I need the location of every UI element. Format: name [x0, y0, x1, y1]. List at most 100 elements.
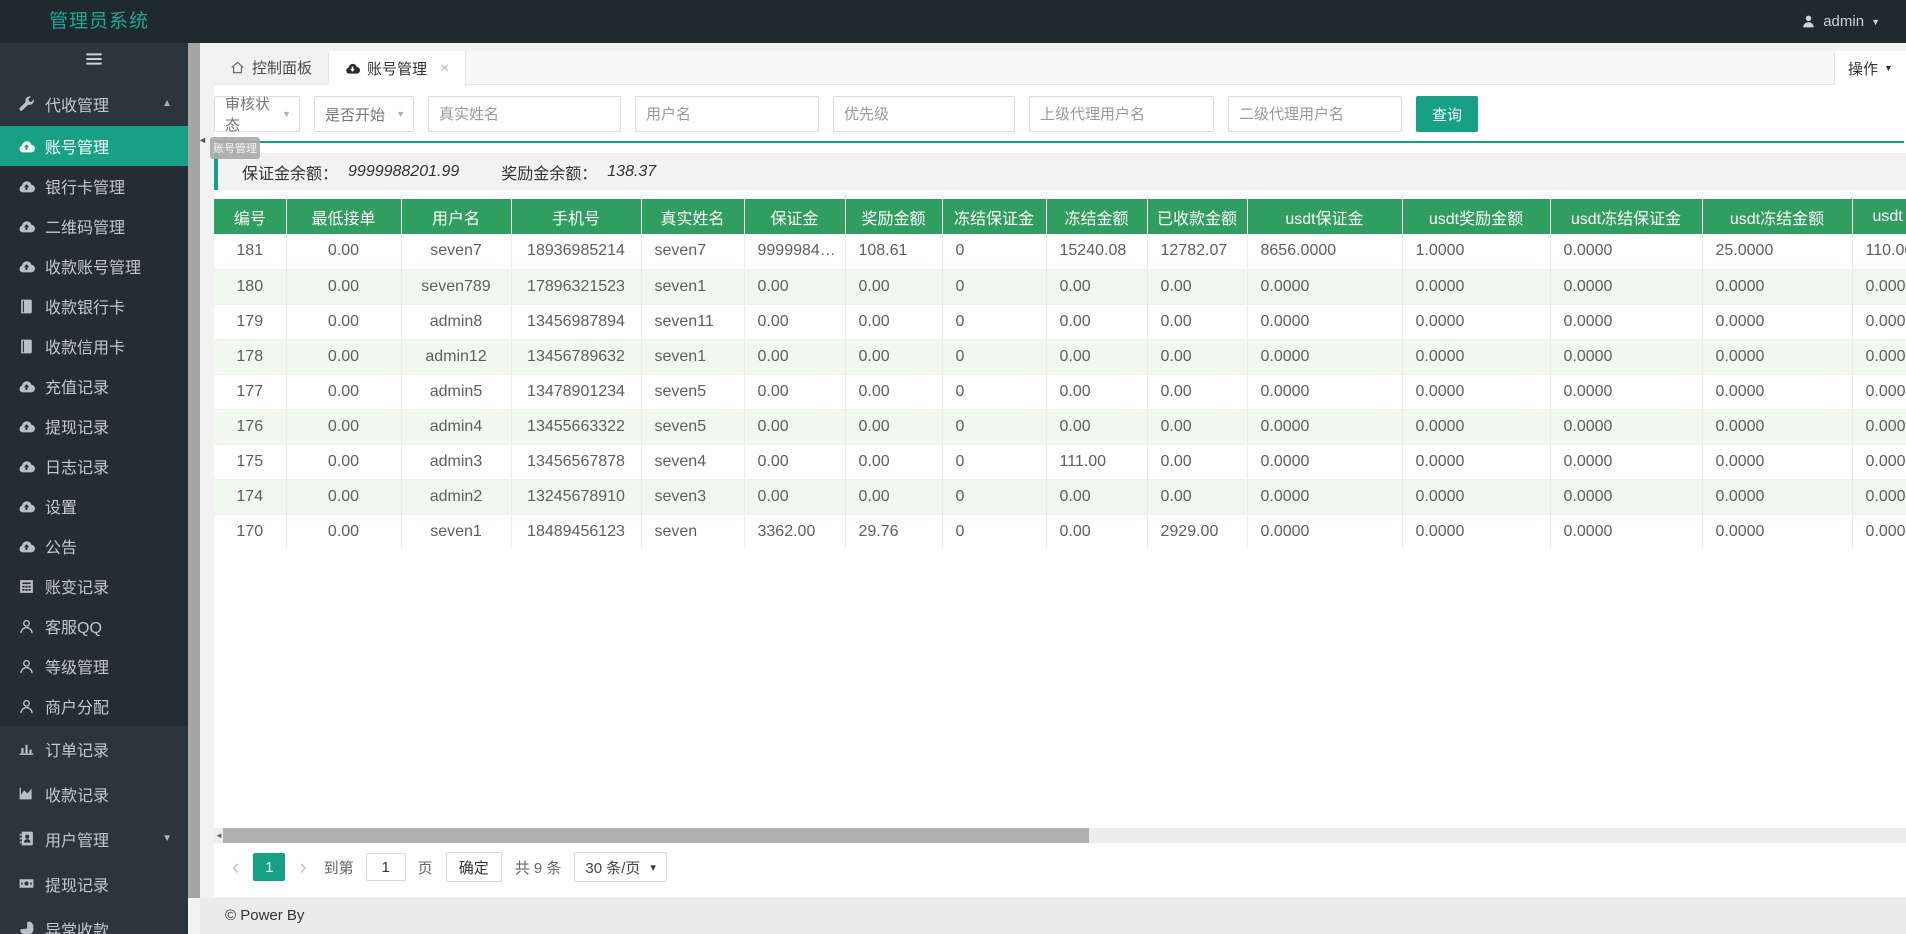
table-cell: admin2 [401, 479, 512, 515]
horizontal-scrollbar-thumb[interactable] [223, 828, 1089, 843]
table-cell: 29.76 [845, 514, 943, 549]
prev-page-button[interactable]: ‹ [222, 856, 249, 878]
table-cell: 1.0000 [1402, 234, 1551, 270]
sidebar-item-account-management[interactable]: 账号管理 [0, 126, 188, 166]
person-icon [1801, 14, 1816, 29]
priority-input[interactable] [833, 96, 1015, 132]
sidebar-item-level-management[interactable]: 等级管理 [0, 646, 188, 686]
tab-actions-dropdown[interactable]: 操作 ▼ [1834, 51, 1906, 85]
table-cell: 0.00 [1147, 339, 1248, 375]
table-cell: 0.00 [1147, 304, 1248, 340]
table-cell: 0.00 [744, 479, 846, 515]
sidebar: 代收管理 ▲ 账号管理 银行卡管理 二维码管理 收款账号管理 收款银行卡 收款信用卡 充值记录提… [0, 43, 188, 934]
table-cell: seven5 [641, 409, 745, 445]
sidebar-item-collection-records[interactable]: 收款记录 [0, 771, 188, 816]
table-cell: 0.00 [286, 304, 402, 340]
sidebar-item-label: 客服QQ [45, 620, 102, 637]
page-size-select[interactable]: 30 条/页 ▾ [574, 852, 667, 882]
table-cell: 177 [214, 374, 287, 410]
table-cell: 0 [942, 514, 1047, 549]
table-cell: 0.0000 [1247, 409, 1403, 445]
confirm-page-button[interactable]: 确定 [445, 852, 502, 882]
table-cell: seven11 [641, 304, 745, 340]
table-cell: 0.0000 [1852, 304, 1906, 340]
sidebar-scrollbar[interactable] [188, 43, 200, 898]
cloud-up-icon [18, 378, 35, 395]
sidebar-collapse-button[interactable] [0, 43, 188, 75]
table-cell: seven [641, 514, 745, 549]
table-cell: 0.00 [744, 269, 846, 305]
table-cell: 0 [942, 304, 1047, 340]
user-menu[interactable]: admin ▼ [1801, 0, 1880, 43]
next-page-button[interactable]: › [289, 856, 316, 878]
section-divider [216, 141, 1904, 143]
table-cell: 0.00 [1046, 409, 1148, 445]
sidebar-item-label: 公告 [45, 540, 78, 557]
sidebar-item-order-records[interactable]: 订单记录 [0, 726, 188, 771]
filter-row: 审核状态▼ 是否开始▼ 查询 [214, 96, 1478, 134]
main-page: 控制面板 账号管理 × 操作 ▼ 审核状态▼ 是否开始▼ 查询 ◄ 账号管理 保证金… [198, 43, 1906, 934]
sidebar-item-collection-bank-card[interactable]: 收款银行卡 [0, 286, 188, 326]
sidebar-item-abnormal-collection[interactable]: 异常收款 [0, 906, 188, 934]
table-row: 176 0.00 admin4 13455663322 seven5 0.00 0.00 0 0… [214, 409, 1906, 445]
bar-chart-icon [18, 740, 35, 757]
sidebar-item-bank-card-management[interactable]: 银行卡管理 [0, 166, 188, 206]
parent-agent-input[interactable] [1029, 96, 1214, 132]
sidebar-item-merchant-allocation[interactable]: 商户分配 [0, 686, 188, 726]
sidebar-item-withdrawal-records[interactable]: 提现记录 [0, 861, 188, 906]
table-row: 174 0.00 admin2 13245678910 seven3 0.00 0.00 0 0… [214, 479, 1906, 515]
table-cell: 3362.00 [744, 514, 846, 549]
cloud-up-icon [18, 138, 35, 155]
table-cell: 0.00 [744, 374, 846, 410]
table-cell: 0.0000 [1702, 444, 1853, 480]
table-cell: 0.0000 [1550, 234, 1703, 270]
table-cell: 0.00 [845, 409, 943, 445]
current-page-button[interactable]: 1 [253, 853, 286, 881]
horizontal-scrollbar[interactable]: ◄ [214, 828, 1906, 843]
reward-balance-label: 奖励金余额： [501, 165, 598, 183]
table-cell: 178 [214, 339, 287, 375]
table-cell: 0 [942, 479, 1047, 515]
table-cell: seven1 [401, 514, 512, 549]
table-row: 175 0.00 admin3 13456567878 seven4 0.00 0.00 0 1… [214, 444, 1906, 480]
sidebar-item-recharge-records[interactable]: 充值记录 [0, 366, 188, 406]
second-agent-input[interactable] [1228, 96, 1402, 132]
sidebar-item-qrcode-management[interactable]: 二维码管理 [0, 206, 188, 246]
scroll-left-arrow-icon[interactable]: ◄ [215, 829, 223, 842]
table-cell: seven1 [641, 269, 745, 305]
page-number-input[interactable] [365, 853, 406, 881]
tab-close-icon[interactable]: × [440, 60, 449, 77]
sidebar-item-service-qq[interactable]: 客服QQ [0, 606, 188, 646]
table-cell: 18489456123 [511, 514, 642, 549]
table-cell: 0.0000 [1402, 409, 1551, 445]
sidebar-item-collection-account-management[interactable]: 收款账号管理 [0, 246, 188, 286]
sidebar-item-log-records[interactable]: 日志记录 [0, 446, 188, 486]
sidebar-item-label: 等级管理 [45, 660, 110, 677]
cloud-up-icon [18, 218, 35, 235]
sidebar-item-user-management[interactable]: 用户管理 ▼ [0, 816, 188, 861]
sidebar-item-collection-credit-card[interactable]: 收款信用卡 [0, 326, 188, 366]
sidebar-item-withdraw-records[interactable]: 提现记录 [0, 406, 188, 446]
sidebar-item-collection-management[interactable]: 代收管理 ▲ [0, 81, 188, 126]
sidebar-item-settings[interactable]: 设置 [0, 486, 188, 526]
column-header: 真实姓名 [641, 199, 745, 234]
table-cell: 12782.07 [1147, 234, 1248, 270]
tab-account-management[interactable]: 账号管理 × [329, 51, 467, 86]
search-button[interactable]: 查询 [1416, 96, 1478, 132]
accounts-table-wrap: 编号 最低接单 用户名 手机号 真实姓名 保证金 奖励金额 冻结保证金 冻结金额 已收款金额 usd… [214, 199, 1906, 549]
sidebar-item-balance-change-records[interactable]: 账变记录 [0, 566, 188, 606]
column-header: 冻结保证金 [942, 199, 1047, 234]
table-cell: 0.0000 [1402, 339, 1551, 375]
sidebar-item-label: 订单记录 [45, 742, 110, 760]
user-icon [18, 658, 35, 675]
audit-status-select[interactable]: 审核状态 ▼ [214, 96, 300, 134]
real-name-input[interactable] [428, 96, 621, 132]
cloud-up-icon [18, 498, 35, 515]
is-started-select[interactable]: 是否开始 ▼ [314, 96, 414, 132]
sidebar-item-announcements[interactable]: 公告 [0, 526, 188, 566]
username-input[interactable] [635, 96, 819, 132]
tab-dashboard[interactable]: 控制面板 [214, 51, 330, 84]
contacts-icon [18, 830, 35, 847]
table-cell: 0 [942, 234, 1047, 270]
area-chart-icon [18, 785, 35, 802]
